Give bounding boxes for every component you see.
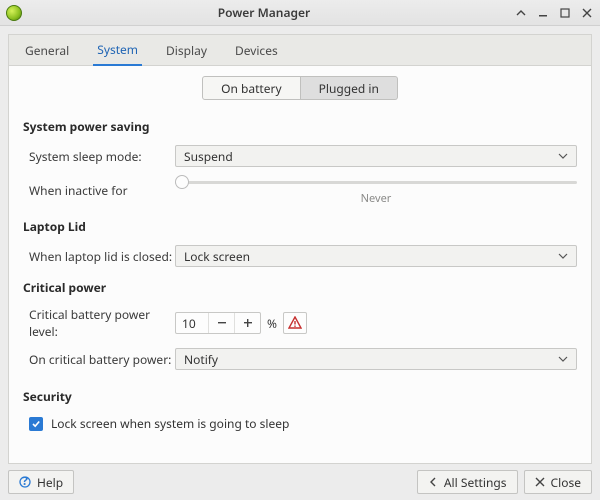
panel-system: On battery Plugged in System power savin… (8, 66, 592, 464)
power-mode-toggle: On battery Plugged in (23, 76, 577, 100)
row-lid: When laptop lid is closed: Lock screen (23, 245, 577, 267)
tab-general[interactable]: General (21, 35, 73, 65)
inactive-value-text: Never (175, 191, 577, 206)
tab-system[interactable]: System (93, 35, 142, 66)
warning-button[interactable] (283, 312, 307, 334)
on-critical-label: On critical battery power: (23, 351, 175, 368)
section-laptop-lid-title: Laptop Lid (23, 218, 577, 235)
caret-up-icon[interactable] (514, 6, 528, 20)
row-inactive: When inactive for Never (23, 175, 577, 206)
on-critical-value: Notify (184, 351, 218, 368)
row-sleep-mode: System sleep mode: Suspend (23, 145, 577, 167)
on-critical-dropdown[interactable]: Notify (175, 348, 577, 370)
svg-text:?: ? (22, 476, 28, 488)
slider-track (175, 181, 577, 184)
app-icon (6, 5, 22, 21)
inactive-slider[interactable] (175, 175, 577, 189)
all-settings-label: All Settings (444, 474, 507, 491)
titlebar: Power Manager (0, 0, 600, 26)
chevron-down-icon (558, 248, 568, 265)
minimize-icon[interactable] (536, 6, 550, 20)
critical-level-value: 10 (176, 315, 208, 332)
lid-closed-dropdown[interactable]: Lock screen (175, 245, 577, 267)
check-icon (31, 419, 41, 429)
spin-plus-button[interactable] (234, 313, 260, 333)
sleep-mode-label: System sleep mode: (23, 148, 175, 165)
slider-thumb[interactable] (175, 175, 189, 189)
close-window-icon[interactable] (580, 6, 594, 20)
lock-sleep-label: Lock screen when system is going to slee… (51, 415, 289, 432)
window: Power Manager General System Display Dev… (0, 0, 600, 500)
critical-level-spinbox[interactable]: 10 (175, 312, 261, 334)
chevron-down-icon (558, 148, 568, 165)
chevron-down-icon (558, 351, 568, 368)
help-label: Help (37, 474, 63, 491)
percent-label: % (267, 315, 277, 332)
row-on-critical: On critical battery power: Notify (23, 348, 577, 370)
help-icon: ? (19, 476, 31, 488)
warning-icon (288, 316, 302, 330)
lid-closed-label: When laptop lid is closed: (23, 248, 175, 265)
lock-sleep-checkbox[interactable] (29, 417, 43, 431)
maximize-icon[interactable] (558, 6, 572, 20)
mode-plugged-in[interactable]: Plugged in (301, 76, 398, 100)
help-button[interactable]: ? Help (8, 470, 74, 494)
section-security-title: Security (23, 388, 577, 405)
critical-level-label: Critical battery power level: (23, 306, 175, 340)
footer: ? Help All Settings Close (0, 464, 600, 500)
row-critical-level: Critical battery power level: 10 % (23, 306, 577, 340)
section-critical-title: Critical power (23, 279, 577, 296)
spin-minus-button[interactable] (208, 313, 234, 333)
tab-devices[interactable]: Devices (231, 35, 282, 65)
tab-display[interactable]: Display (162, 35, 211, 65)
row-lock-sleep[interactable]: Lock screen when system is going to slee… (23, 415, 577, 432)
sleep-mode-value: Suspend (184, 148, 233, 165)
tabbar: General System Display Devices (8, 34, 592, 66)
window-title: Power Manager (22, 4, 506, 21)
sleep-mode-dropdown[interactable]: Suspend (175, 145, 577, 167)
close-icon (535, 477, 545, 487)
close-label: Close (551, 474, 581, 491)
section-system-saving-title: System power saving (23, 118, 577, 135)
all-settings-button[interactable]: All Settings (417, 470, 518, 494)
close-button[interactable]: Close (524, 470, 592, 494)
mode-on-battery[interactable]: On battery (202, 76, 301, 100)
chevron-left-icon (428, 477, 438, 487)
lid-closed-value: Lock screen (184, 248, 250, 265)
inactive-label: When inactive for (23, 182, 175, 199)
